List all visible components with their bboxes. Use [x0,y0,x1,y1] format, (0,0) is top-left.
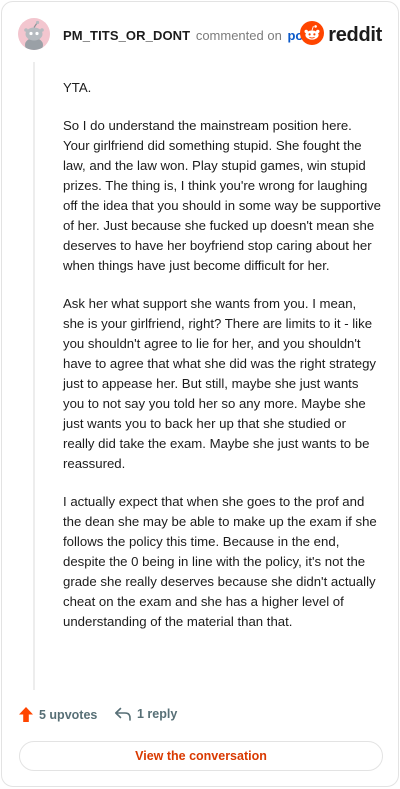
upvote-button[interactable]: 5 upvotes [18,706,97,723]
reply-button[interactable]: 1 reply [114,706,177,722]
comment-paragraph: YTA. [63,80,92,95]
view-conversation-button[interactable]: View the conversation [19,741,383,771]
comment-embed-card: PM_TITS_OR_DONT commented on post reddit [1,1,399,787]
reddit-wordmark: reddit [328,23,382,46]
reply-count: 1 reply [137,707,178,721]
author-line: PM_TITS_OR_DONT commented on post [63,28,315,43]
upvotes-count: 5 upvotes [39,707,98,722]
comment-body: YTA. So I do understand the mainstream p… [63,78,381,650]
thread-line [33,62,35,690]
upvote-arrow-icon [18,706,34,723]
snoo-avatar-icon[interactable] [18,18,50,50]
reply-arrow-icon [114,706,132,722]
author-username[interactable]: PM_TITS_OR_DONT [63,28,190,43]
comment-paragraph: Ask her what support she wants from you.… [63,296,377,471]
comment-paragraph: I actually expect that when she goes to … [63,494,377,629]
comment-paragraph: So I do understand the mainstream positi… [63,118,381,273]
commented-on-text: commented on [195,28,282,43]
comment-header: PM_TITS_OR_DONT commented on post reddit [18,18,382,52]
reddit-logo-icon [300,20,325,50]
reddit-brand[interactable]: reddit [300,20,382,50]
